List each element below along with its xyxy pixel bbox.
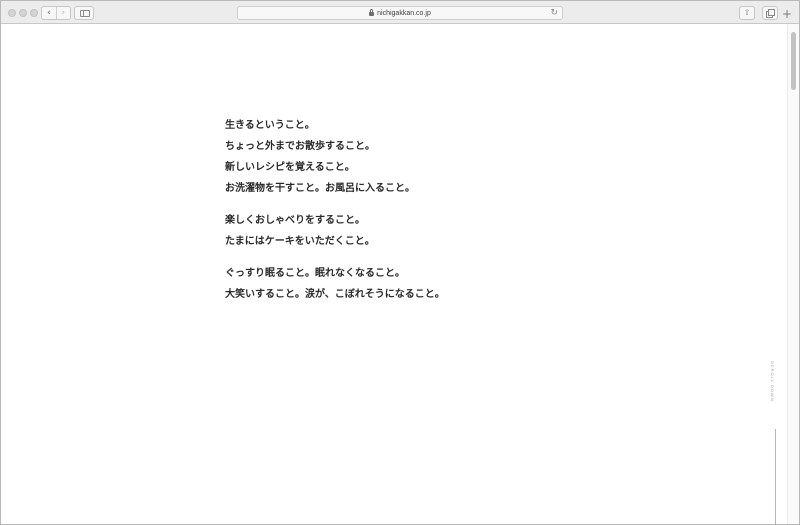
sidebar-toggle-button[interactable] — [74, 6, 94, 20]
scroll-down-indicator[interactable]: SCROLL DOWN — [769, 361, 781, 411]
poem-line: ちょっと外までお散歩すること。 — [225, 141, 375, 152]
poem-stanza-2: 楽しくおしゃべりをすること。 たまにはケーキをいただくこと。 — [225, 216, 445, 247]
vertical-scrollbar[interactable] — [787, 24, 799, 524]
scroll-down-line — [775, 429, 776, 524]
forward-button[interactable]: › — [55, 7, 71, 19]
reload-icon[interactable]: ↻ — [550, 8, 558, 18]
back-button[interactable]: ‹ — [42, 7, 56, 19]
zoom-window-button[interactable] — [30, 9, 38, 17]
chevron-right-icon: › — [61, 7, 66, 18]
address-bar[interactable]: nichigakkan.co.jp ↻ — [237, 6, 563, 20]
scrollbar-thumb[interactable] — [791, 32, 796, 90]
sidebar-icon — [80, 10, 90, 17]
plus-icon: + — [782, 7, 793, 21]
browser-window: ‹ › nichigakkan.co.jp ↻ ⇧ + 生きるということ。 ちょ… — [0, 0, 800, 525]
poem-stanza-1: 生きるということ。 ちょっと外までお散歩すること。 新しいレシピを覚えること。 … — [225, 121, 445, 194]
browser-toolbar: ‹ › nichigakkan.co.jp ↻ ⇧ + — [1, 1, 799, 24]
new-tab-button[interactable]: + — [782, 8, 792, 20]
tabs-icon-front — [768, 9, 775, 16]
chevron-left-icon: ‹ — [46, 7, 51, 18]
poem-text: 生きるということ。 ちょっと外までお散歩すること。 新しいレシピを覚えること。 … — [225, 121, 445, 322]
poem-line: 楽しくおしゃべりをすること。 — [225, 215, 365, 226]
share-button[interactable]: ⇧ — [739, 6, 755, 20]
close-window-button[interactable] — [8, 9, 16, 17]
navigation-buttons: ‹ › — [41, 6, 71, 20]
poem-line: 大笑いすること。涙が、こぼれそうになること。 — [225, 289, 445, 300]
poem-line: 新しいレシピを覚えること。 — [225, 162, 355, 173]
share-icon: ⇧ — [743, 8, 751, 17]
page-content: 生きるということ。 ちょっと外までお散歩すること。 新しいレシピを覚えること。 … — [1, 24, 787, 524]
poem-stanza-3: ぐっすり眠ること。眠れなくなること。 大笑いすること。涙が、こぼれそうになること… — [225, 269, 445, 300]
poem-line: お洗濯物を干すこと。お風呂に入ること。 — [225, 183, 415, 194]
lock-icon — [369, 9, 375, 16]
poem-line: 生きるということ。 — [225, 120, 315, 131]
poem-line: たまにはケーキをいただくこと。 — [225, 236, 375, 247]
url-text: nichigakkan.co.jp — [377, 9, 431, 17]
show-tabs-button[interactable] — [762, 6, 778, 20]
scroll-down-label: SCROLL DOWN — [770, 361, 775, 402]
minimize-window-button[interactable] — [19, 9, 27, 17]
poem-line: ぐっすり眠ること。眠れなくなること。 — [225, 268, 405, 279]
